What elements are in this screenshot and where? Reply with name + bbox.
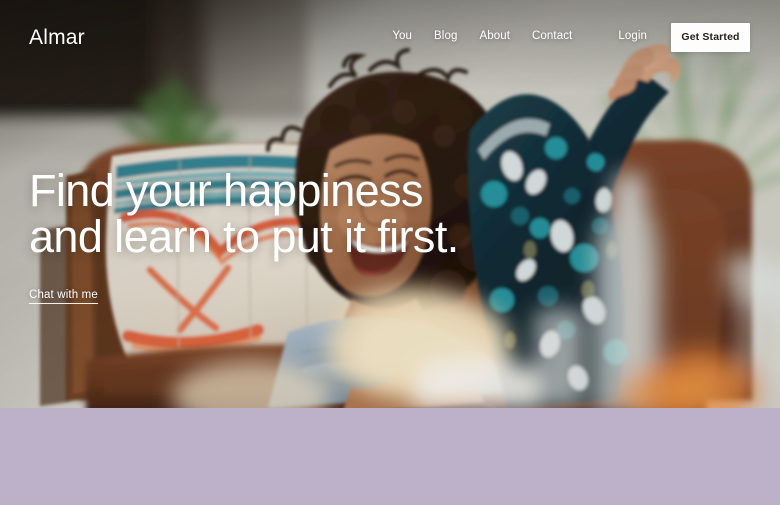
hero-copy-block: Find your happiness and learn to put it … [29, 168, 589, 305]
brand-logo[interactable]: Almar [29, 27, 85, 48]
nav-links-group: You Blog About Contact Login [392, 31, 647, 43]
nav-link-contact[interactable]: Contact [532, 31, 572, 43]
landing-page: Almar You Blog About Contact Login Get S… [0, 0, 780, 505]
hero-headline: Find your happiness and learn to put it … [29, 168, 589, 260]
hero-section: Almar You Blog About Contact Login Get S… [0, 0, 780, 408]
lower-purple-band [0, 408, 780, 505]
get-started-button[interactable]: Get Started [671, 22, 750, 52]
nav-link-about[interactable]: About [479, 31, 510, 43]
nav-link-blog[interactable]: Blog [434, 31, 457, 43]
chat-with-me-link[interactable]: Chat with me [29, 289, 98, 305]
nav-link-login[interactable]: Login [618, 31, 647, 43]
hero-headline-line-1: Find your happiness [29, 165, 423, 216]
hero-headline-line-2: and learn to put it first. [29, 210, 459, 262]
nav-link-you[interactable]: You [392, 31, 412, 43]
top-navigation-bar: Almar You Blog About Contact Login Get S… [0, 0, 780, 74]
